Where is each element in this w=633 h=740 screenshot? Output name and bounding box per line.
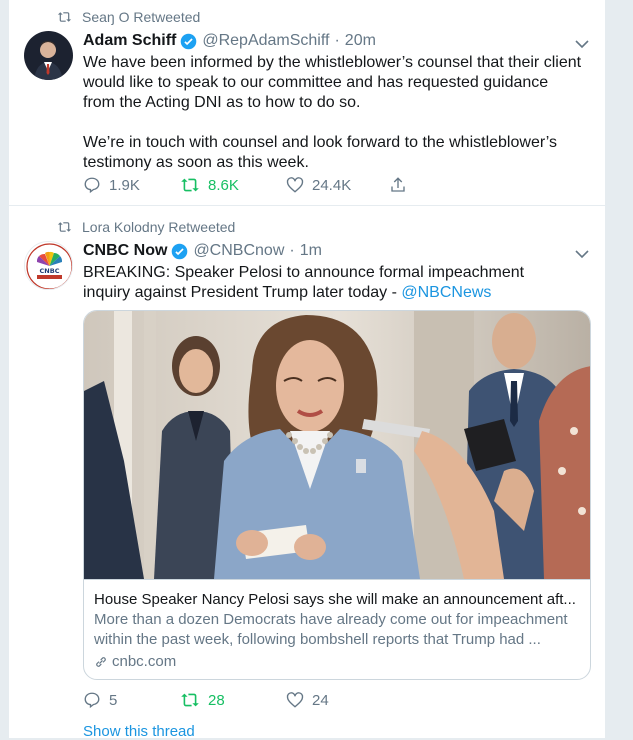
chevron-down-icon[interactable] — [575, 246, 589, 264]
card-image[interactable] — [84, 311, 590, 579]
retweet-icon — [57, 222, 72, 232]
tweet-text-paragraph: We’re in touch with counsel and look for… — [83, 134, 558, 171]
reply-button[interactable]: 1.9K — [83, 176, 180, 194]
share-button[interactable] — [389, 176, 486, 194]
retweeted-by-line[interactable]: Seaŋ O Retweeted — [57, 9, 200, 25]
card-domain[interactable]: cnbc.com — [94, 652, 582, 672]
reply-icon — [84, 692, 100, 709]
verified-badge-icon — [180, 33, 197, 50]
tweet-header: Adam Schiff @RepAdamSchiff · 20m — [83, 32, 376, 50]
avatar[interactable]: CNBC — [24, 241, 73, 290]
author-handle[interactable]: @CNBCnow — [193, 242, 284, 260]
like-button[interactable]: 24 — [286, 691, 389, 709]
tweet-actions: 5 28 24 — [83, 691, 389, 709]
retweet-count: 28 — [208, 691, 225, 709]
separator-dot: · — [289, 242, 295, 259]
chevron-down-icon[interactable] — [575, 36, 589, 54]
card-description: More than a dozen Democrats have already… — [94, 611, 568, 648]
mention-link[interactable]: @NBCNews — [401, 284, 491, 301]
reply-icon — [84, 177, 100, 194]
timeline: Seaŋ O Retweeted Adam Schiff @RepAdamSch… — [8, 0, 607, 740]
tweet[interactable]: Seaŋ O Retweeted Adam Schiff @RepAdamSch… — [9, 0, 607, 206]
tweet-header: CNBC Now @CNBCnow · 1m — [83, 242, 322, 260]
tweet[interactable]: Lora Kolodny Retweeted CNBC CNBC Now @CN… — [9, 207, 607, 740]
author-name[interactable]: Adam Schiff — [83, 32, 176, 50]
show-thread-link[interactable]: Show this thread — [83, 723, 195, 740]
retweeted-by-text[interactable]: Lora Kolodny Retweeted — [82, 219, 235, 235]
tweet-timestamp[interactable]: 20m — [345, 32, 376, 50]
retweet-button[interactable]: 8.6K — [180, 177, 286, 194]
tweet-text: BREAKING: Speaker Pelosi to announce for… — [83, 263, 563, 303]
tweet-text: We have been informed by the whistleblow… — [83, 53, 583, 173]
link-icon — [96, 657, 106, 667]
retweet-icon — [57, 12, 72, 22]
tweet-text-paragraph: We have been informed by the whistleblow… — [83, 54, 582, 111]
card-domain-text[interactable]: cnbc.com — [112, 652, 176, 672]
retweet-icon — [181, 693, 199, 707]
retweeted-by-line[interactable]: Lora Kolodny Retweeted — [57, 219, 235, 235]
retweet-button[interactable]: 28 — [180, 692, 286, 709]
verified-badge-icon — [171, 243, 188, 260]
retweet-count: 8.6K — [208, 176, 239, 194]
like-count: 24.4K — [312, 176, 352, 194]
link-card[interactable]: House Speaker Nancy Pelosi says she will… — [83, 310, 591, 680]
like-count: 24 — [312, 691, 329, 709]
heart-icon — [286, 692, 304, 708]
card-title[interactable]: House Speaker Nancy Pelosi says she will… — [94, 590, 582, 610]
reply-count: 5 — [109, 691, 118, 709]
author-name[interactable]: CNBC Now — [83, 242, 167, 260]
author-handle[interactable]: @RepAdamSchiff — [202, 32, 329, 50]
reply-button[interactable]: 5 — [83, 691, 180, 709]
separator-dot: · — [334, 32, 340, 49]
reply-count: 1.9K — [109, 176, 140, 194]
tweet-actions: 1.9K 8.6K 24.4K — [83, 176, 486, 194]
retweet-icon — [181, 178, 199, 192]
card-body[interactable]: House Speaker Nancy Pelosi says she will… — [84, 579, 590, 672]
retweeted-by-text[interactable]: Seaŋ O Retweeted — [82, 9, 200, 25]
heart-icon — [286, 177, 304, 193]
svg-text:CNBC: CNBC — [40, 267, 60, 275]
like-button[interactable]: 24.4K — [286, 176, 389, 194]
avatar[interactable] — [24, 31, 73, 80]
share-icon — [391, 177, 405, 192]
tweet-timestamp[interactable]: 1m — [300, 242, 322, 260]
